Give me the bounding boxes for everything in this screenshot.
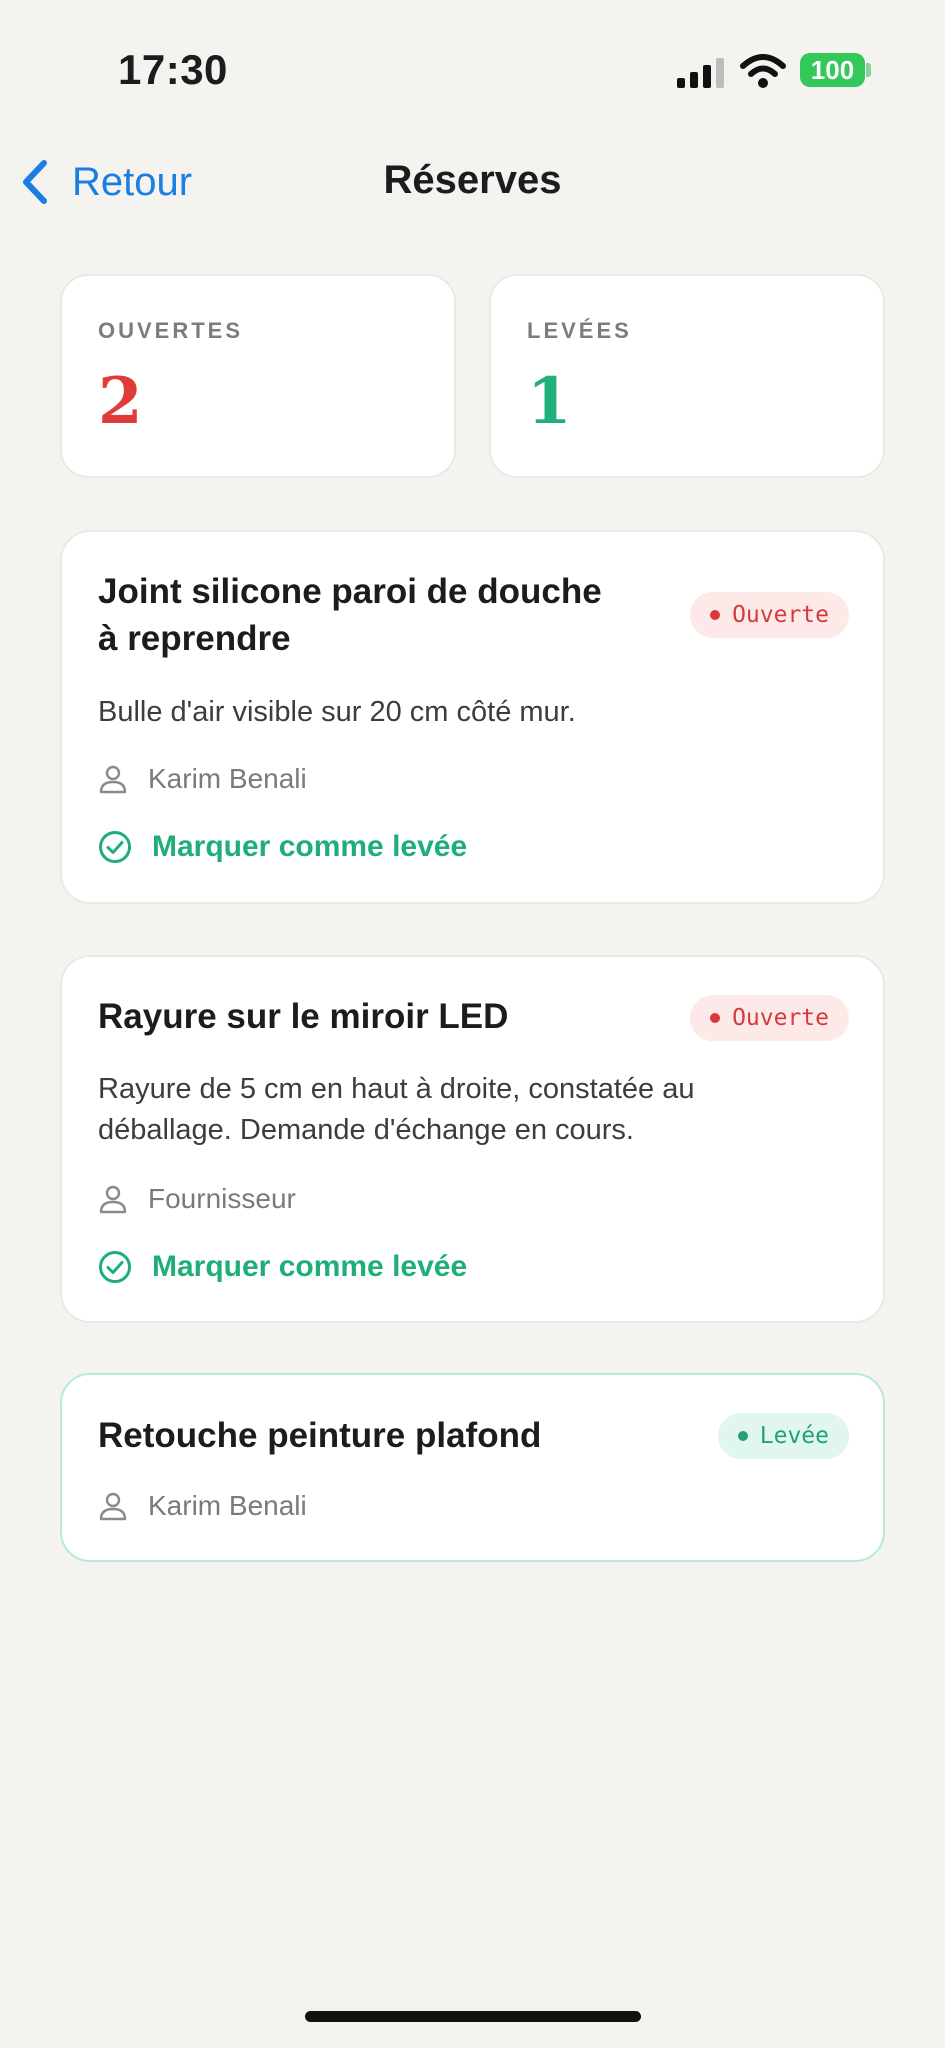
reserve-card[interactable]: Joint silicone paroi de douche à reprend… — [60, 530, 885, 904]
status-label: Levée — [759, 1423, 829, 1449]
status-time: 17:30 — [118, 46, 228, 93]
reserve-description-line: déballage. Demande d'échange en cours. — [98, 1114, 634, 1146]
reserve-title: Retouche peinture plafond — [98, 1416, 542, 1455]
check-circle-icon — [99, 831, 131, 863]
battery-level: 100 — [810, 54, 855, 85]
status-badge: Ouverte — [690, 592, 849, 638]
reserve-description: Bulle d'air visible sur 20 cm côté mur. — [98, 696, 576, 728]
stat-open-label: OUVERTES — [98, 318, 244, 343]
status-badge: Ouverte — [690, 995, 849, 1041]
mark-lifted-button[interactable]: Marquer comme levée — [98, 1244, 467, 1290]
reserve-title-line: Joint silicone paroi de douche — [98, 572, 602, 611]
mark-lifted-button[interactable]: Marquer comme levée — [98, 824, 467, 870]
assignee: Karim Benali — [98, 1486, 307, 1526]
reserve-description: Rayure de 5 cm en haut à droite, constat… — [98, 1069, 858, 1151]
status-dot — [710, 1013, 721, 1023]
reserve-title-line: à reprendre — [98, 619, 291, 658]
status-label: Ouverte — [732, 1005, 829, 1031]
check-circle-icon — [99, 1251, 131, 1283]
stat-open-value: 2 — [98, 364, 143, 439]
assignee-name: Fournisseur — [148, 1183, 296, 1214]
person-icon — [99, 765, 127, 794]
reserve-card[interactable]: Rayure sur le miroir LED Ouverte Rayure … — [60, 955, 885, 1323]
status-bar: 17:30 100 — [0, 0, 945, 140]
assignee-name: Karim Benali — [148, 763, 307, 794]
assignee: Fournisseur — [98, 1179, 296, 1219]
assignee: Karim Benali — [98, 759, 307, 799]
wifi-icon — [740, 54, 786, 88]
signal-icon — [677, 58, 724, 88]
battery-tip — [866, 63, 871, 77]
person-icon — [99, 1185, 127, 1214]
stat-open-card: OUVERTES 2 — [60, 274, 456, 478]
status-label: Ouverte — [732, 602, 829, 628]
status-dot — [737, 1431, 748, 1441]
stat-lifted-value: 1 — [527, 364, 572, 439]
mark-lifted-label: Marquer comme levée — [152, 830, 468, 863]
reserve-card[interactable]: Retouche peinture plafond Levée Karim Be… — [60, 1373, 885, 1562]
battery-icon: 100 — [800, 53, 865, 87]
reserve-title: Rayure sur le miroir LED — [98, 997, 509, 1036]
page-title: Réserves — [383, 158, 562, 202]
person-icon — [99, 1492, 127, 1521]
reserve-title: Joint silicone paroi de douche à reprend… — [98, 568, 602, 662]
reserve-description-line: Rayure de 5 cm en haut à droite, constat… — [98, 1073, 695, 1105]
assignee-name: Karim Benali — [148, 1490, 307, 1521]
stat-lifted-label: LEVÉES — [527, 318, 632, 343]
mark-lifted-label: Marquer comme levée — [152, 1250, 468, 1283]
stat-lifted-card: LEVÉES 1 — [489, 274, 885, 478]
status-dot — [710, 610, 721, 620]
nav-bar: Retour Réserves — [0, 150, 945, 214]
home-indicator[interactable] — [305, 2011, 641, 2022]
status-badge: Levée — [717, 1413, 849, 1459]
